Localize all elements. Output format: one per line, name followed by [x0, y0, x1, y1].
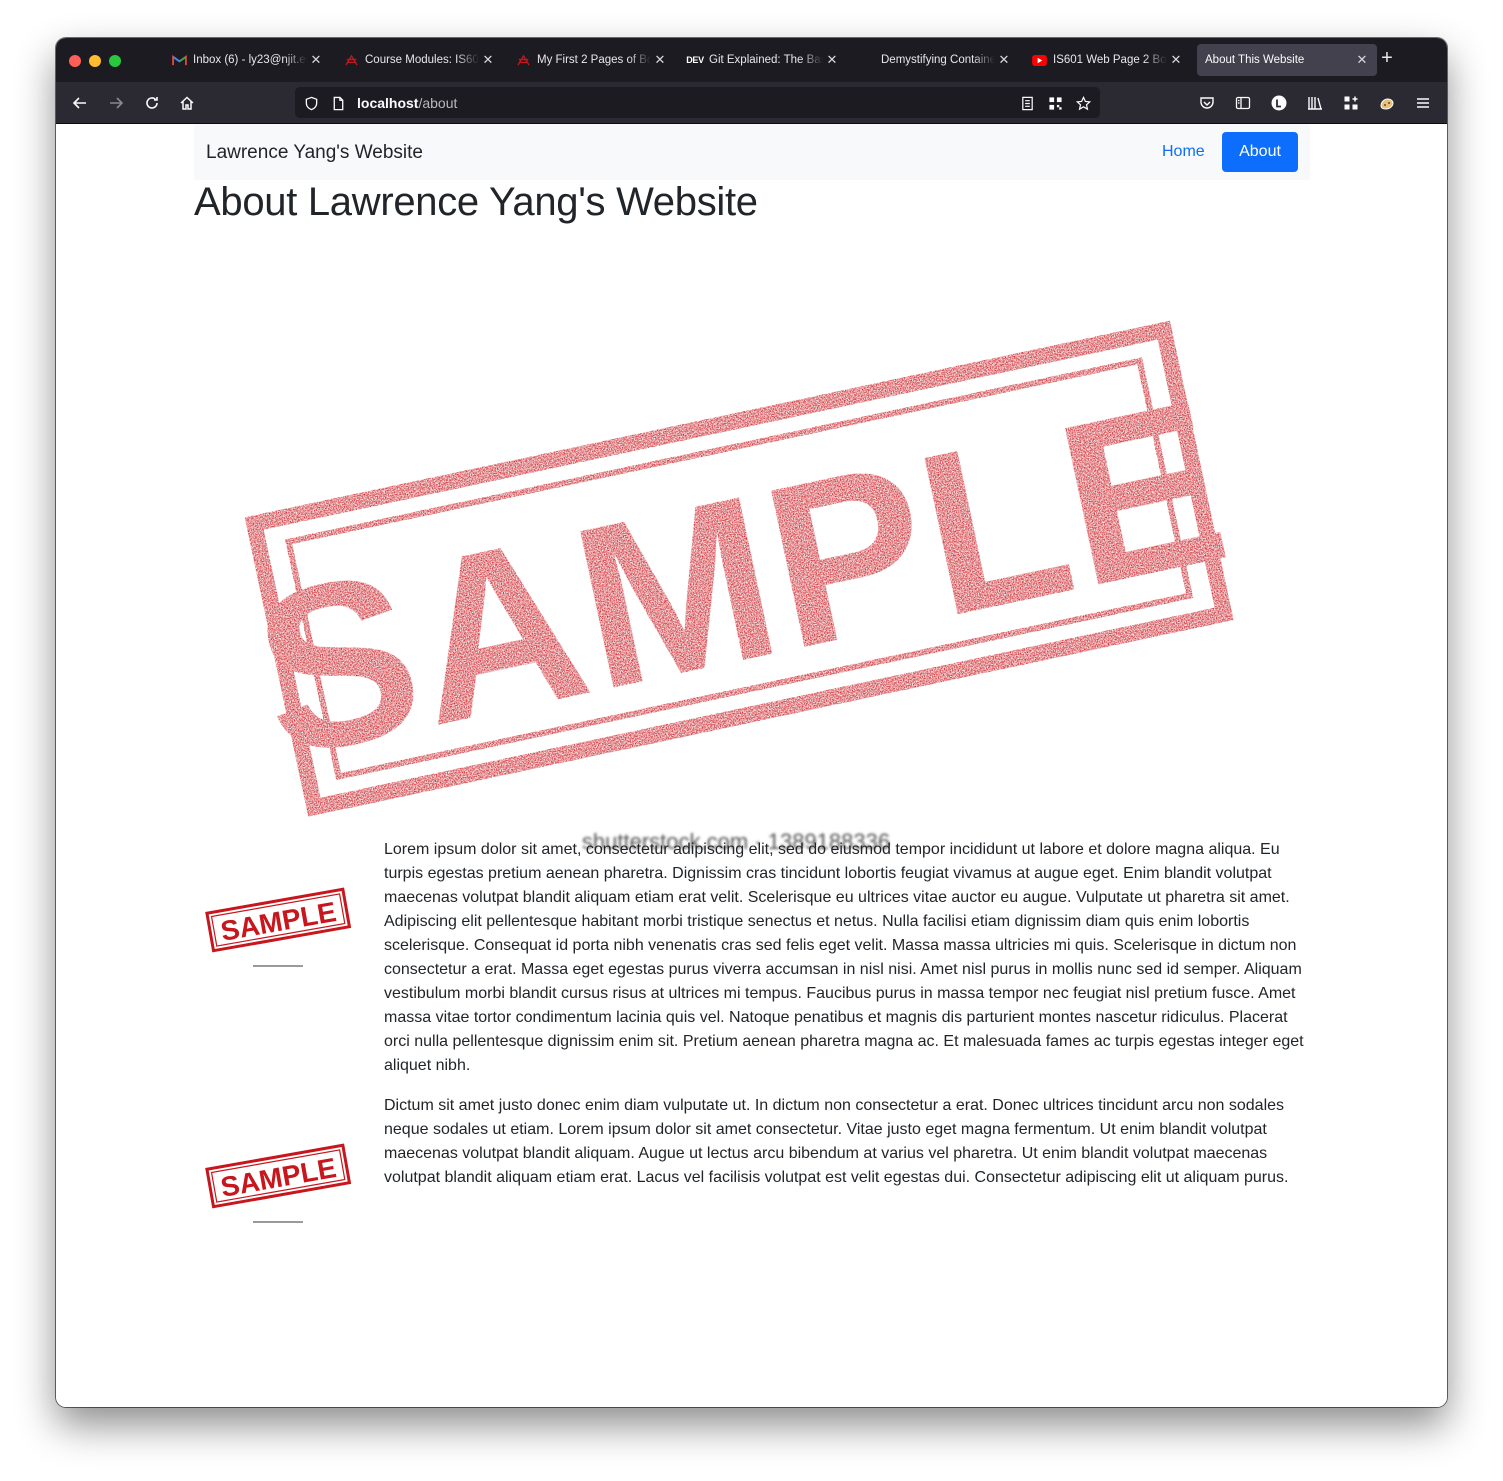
hamburger-menu-icon	[1417, 98, 1429, 108]
address-bar[interactable]: localhost/about	[295, 87, 1100, 118]
extensions-button[interactable]	[1340, 92, 1362, 114]
gmail-icon	[171, 53, 187, 67]
close-icon[interactable]: ✕	[1169, 52, 1183, 68]
cookie-addon-icon	[1380, 98, 1394, 110]
dev-icon: DEV	[686, 55, 704, 65]
menu-button[interactable]	[1412, 92, 1434, 114]
close-icon[interactable]: ✕	[1355, 52, 1369, 68]
tab-title: Course Modules: IS601	[365, 54, 479, 66]
nav-link-about-active[interactable]: About	[1222, 132, 1298, 172]
njit-icon	[343, 53, 359, 67]
bookmark-star-icon[interactable]	[1074, 94, 1092, 112]
tab-title: IS601 Web Page 2 Bootstrap	[1053, 54, 1167, 66]
library-button[interactable]	[1304, 92, 1326, 114]
extensions-icon	[1344, 96, 1358, 110]
tab-title: My First 2 Pages of Bootstrap	[537, 54, 651, 66]
body-paragraph-1: Lorem ipsum dolor sit amet, consectetur …	[384, 841, 1304, 1074]
sidebar-button[interactable]	[1232, 92, 1254, 114]
nav-link-home[interactable]: Home	[1162, 143, 1205, 161]
tab-title: Git Explained: The Basics	[709, 54, 823, 66]
account-avatar-icon	[1271, 95, 1287, 111]
page-icon[interactable]	[329, 94, 347, 112]
qr-code-icon[interactable]	[1046, 94, 1064, 112]
navbar-brand[interactable]: Lawrence Yang's Website	[206, 142, 423, 164]
url-host: localhost	[357, 95, 419, 111]
nav-toolbar: localhost/about	[56, 82, 1447, 124]
thumbnail-watermark	[253, 965, 303, 967]
addon-button[interactable]	[1376, 92, 1398, 114]
thumbnail-watermark	[253, 1221, 303, 1223]
njit-icon	[515, 53, 531, 67]
blank-icon	[859, 53, 875, 67]
close-icon[interactable]: ✕	[997, 52, 1011, 68]
forward-button[interactable]	[105, 92, 127, 114]
youtube-icon	[1031, 53, 1047, 67]
account-button[interactable]	[1268, 92, 1290, 114]
browser-window: Inbox (6) - ly23@njit.edu ✕ Course Modul…	[56, 38, 1447, 1407]
reader-view-icon[interactable]	[1018, 94, 1036, 112]
sidebar-icon	[1235, 96, 1251, 110]
tab-strip: Inbox (6) - ly23@njit.edu ✕ Course Modul…	[56, 38, 1447, 82]
tab-course-modules[interactable]: Course Modules: IS601 ✕	[343, 44, 495, 76]
home-button[interactable]	[176, 92, 198, 114]
close-icon[interactable]: ✕	[309, 52, 323, 68]
close-icon[interactable]: ✕	[481, 52, 495, 68]
tab-title: Demystifying Containers	[881, 54, 995, 66]
home-icon	[180, 96, 194, 110]
pocket-button[interactable]	[1196, 92, 1218, 114]
sample-thumbnail-image: SAMPLE	[205, 1143, 352, 1223]
close-icon[interactable]: ✕	[825, 52, 839, 68]
tab-containers[interactable]: Demystifying Containers ✕	[859, 44, 1011, 76]
hero-sample-stamp-image: SAMPLE shutterstock.com · 1389188336	[236, 320, 1246, 854]
new-tab-button[interactable]: +	[1376, 47, 1398, 70]
tab-inbox[interactable]: Inbox (6) - ly23@njit.edu ✕	[171, 44, 323, 76]
close-icon[interactable]: ✕	[653, 52, 667, 68]
body-paragraph-2: Dictum sit amet justo donec enim diam vu…	[384, 1097, 1289, 1186]
pocket-icon	[1200, 97, 1214, 109]
sample-thumbnail-image: SAMPLE	[205, 887, 352, 967]
tab-youtube[interactable]: IS601 Web Page 2 Bootstrap ✕	[1031, 44, 1183, 76]
page-title: About Lawrence Yang's Website	[194, 180, 758, 224]
tab-title: About This Website	[1205, 54, 1305, 66]
reload-icon	[146, 97, 158, 109]
arrow-right-icon	[110, 97, 124, 109]
minimize-window-button[interactable]	[89, 55, 101, 67]
shield-icon[interactable]	[302, 94, 320, 112]
page-viewport: Lawrence Yang's Website Home About About…	[56, 124, 1447, 1407]
url-path: /about	[418, 95, 458, 111]
library-icon	[1308, 97, 1322, 110]
back-button[interactable]	[69, 92, 91, 114]
tab-git-explained[interactable]: DEV Git Explained: The Basics ✕	[686, 44, 839, 76]
reload-button[interactable]	[141, 92, 163, 114]
maximize-window-button[interactable]	[109, 55, 121, 67]
url-text: localhost/about	[357, 95, 457, 111]
arrow-left-icon	[72, 97, 86, 109]
site-navbar: Lawrence Yang's Website Home About	[194, 124, 1310, 180]
tab-title: Inbox (6) - ly23@njit.edu	[193, 54, 307, 66]
tab-about-active[interactable]: About This Website ✕	[1197, 44, 1377, 76]
tab-first-pages[interactable]: My First 2 Pages of Bootstrap ✕	[515, 44, 667, 76]
close-window-button[interactable]	[69, 55, 81, 67]
